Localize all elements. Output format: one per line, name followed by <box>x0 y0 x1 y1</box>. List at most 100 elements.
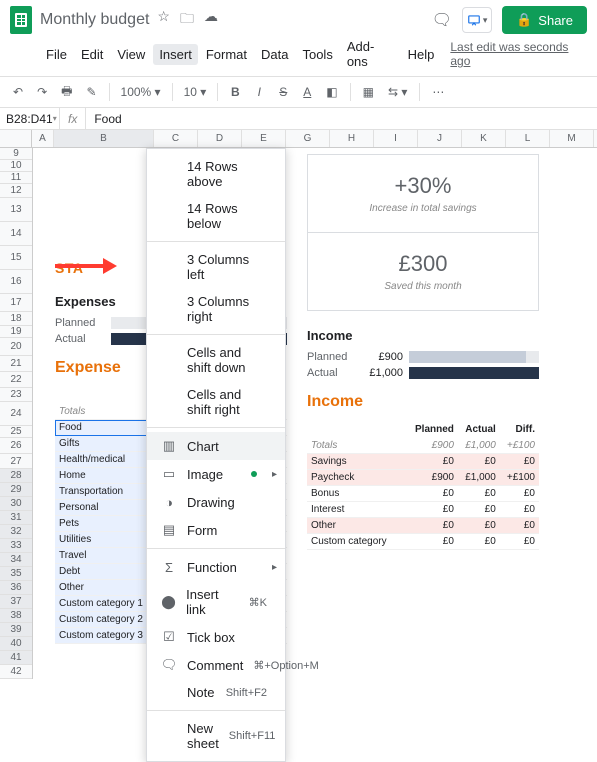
table-row[interactable]: Savings£0£0£0 <box>307 454 539 470</box>
col-header[interactable]: J <box>418 130 462 147</box>
row-header[interactable]: 33 <box>0 539 32 553</box>
table-row[interactable]: Paycheck£900£1,000+£100 <box>307 470 539 486</box>
row-header[interactable]: 38 <box>0 609 32 623</box>
col-header[interactable]: H <box>330 130 374 147</box>
row-header[interactable]: 30 <box>0 497 32 511</box>
menu-comment[interactable]: 🗨Comment⌘+Option+M <box>147 651 285 679</box>
paint-format-icon[interactable]: ✎ <box>81 81 101 103</box>
menu-tick-box[interactable]: ☑Tick box <box>147 623 285 651</box>
col-header[interactable]: M <box>550 130 594 147</box>
menu-image[interactable]: ▭Image▸ <box>147 460 285 488</box>
row-header[interactable]: 40 <box>0 637 32 651</box>
row-header[interactable]: 37 <box>0 595 32 609</box>
row-header[interactable]: 41 <box>0 651 32 665</box>
table-row[interactable]: Custom category£0£0£0 <box>307 534 539 550</box>
col-header[interactable]: I <box>374 130 418 147</box>
row-header[interactable]: 20 <box>0 338 32 356</box>
select-all-corner[interactable] <box>0 130 32 147</box>
text-color-button[interactable]: A <box>297 81 317 103</box>
row-header[interactable]: 35 <box>0 567 32 581</box>
row-header[interactable]: 19 <box>0 326 32 338</box>
menu-file[interactable]: File <box>40 44 73 65</box>
table-row[interactable]: Other£0£0£0 <box>307 518 539 534</box>
menu-form[interactable]: ▤Form <box>147 516 285 544</box>
formula-input[interactable]: Food <box>86 112 129 126</box>
row-header[interactable]: 31 <box>0 511 32 525</box>
menu-tools[interactable]: Tools <box>296 44 338 65</box>
last-edit-link[interactable]: Last edit was seconds ago <box>450 40 587 68</box>
menu-rows-below[interactable]: 14 Rows below <box>147 195 285 237</box>
row-header[interactable]: 21 <box>0 356 32 372</box>
menu-help[interactable]: Help <box>402 44 441 65</box>
menu-shift-right[interactable]: Cells and shift right <box>147 381 285 423</box>
menu-view[interactable]: View <box>111 44 151 65</box>
col-header[interactable]: C <box>154 130 198 147</box>
menu-new-sheet[interactable]: New sheetShift+F11 <box>147 715 285 757</box>
doc-title[interactable]: Monthly budget <box>40 11 149 29</box>
menu-chart[interactable]: ▥Chart <box>147 432 285 460</box>
col-header[interactable]: L <box>506 130 550 147</box>
name-box[interactable]: B28:D41▾ <box>0 108 60 129</box>
print-icon[interactable]: 🖶 <box>56 81 77 103</box>
row-header[interactable]: 27 <box>0 454 32 469</box>
comment-history-icon[interactable]: 🗨 <box>432 10 452 30</box>
row-header[interactable]: 34 <box>0 553 32 567</box>
menu-cols-right[interactable]: 3 Columns right <box>147 288 285 330</box>
menu-insert-link[interactable]: ⬤Insert link⌘K <box>147 581 285 623</box>
row-header[interactable]: 32 <box>0 525 32 539</box>
row-header[interactable]: 13 <box>0 198 32 222</box>
row-header[interactable]: 36 <box>0 581 32 595</box>
star-icon[interactable]: ☆ <box>157 8 170 32</box>
table-row[interactable]: Bonus£0£0£0 <box>307 486 539 502</box>
col-header[interactable]: G <box>286 130 330 147</box>
zoom-select[interactable]: 100% ▾ <box>117 85 165 99</box>
row-header[interactable]: 39 <box>0 623 32 637</box>
row-header[interactable]: 9 <box>0 148 32 160</box>
present-button[interactable]: ▾ <box>462 7 492 33</box>
row-header[interactable]: 22 <box>0 372 32 388</box>
fill-color-icon[interactable]: ◧ <box>321 81 342 103</box>
menu-rows-above[interactable]: 14 Rows above <box>147 153 285 195</box>
row-header[interactable]: 16 <box>0 270 32 294</box>
bold-button[interactable]: B <box>225 81 245 103</box>
menu-note[interactable]: NoteShift+F2 <box>147 679 285 706</box>
col-header[interactable]: E <box>242 130 286 147</box>
row-header[interactable]: 29 <box>0 483 32 497</box>
font-size-select[interactable]: 10 ▾ <box>180 85 211 99</box>
col-header[interactable]: B <box>54 130 154 147</box>
row-header[interactable]: 23 <box>0 388 32 402</box>
col-header[interactable]: D <box>198 130 242 147</box>
col-header[interactable]: K <box>462 130 506 147</box>
row-header[interactable]: 25 <box>0 426 32 438</box>
row-header[interactable]: 15 <box>0 246 32 270</box>
row-header[interactable]: 11 <box>0 172 32 184</box>
borders-icon[interactable]: ▦ <box>358 81 379 103</box>
menu-drawing[interactable]: ◑Drawing <box>147 488 285 516</box>
row-header[interactable]: 17 <box>0 294 32 312</box>
italic-button[interactable]: I <box>249 81 269 103</box>
menu-function[interactable]: ΣFunction▸ <box>147 553 285 581</box>
sheets-logo-icon[interactable] <box>10 6 32 34</box>
col-header[interactable]: A <box>32 130 54 147</box>
menu-format[interactable]: Format <box>200 44 253 65</box>
menu-edit[interactable]: Edit <box>75 44 109 65</box>
row-header[interactable]: 10 <box>0 160 32 172</box>
more-toolbar-icon[interactable]: ⋯ <box>427 81 449 103</box>
table-row[interactable]: Interest£0£0£0 <box>307 502 539 518</box>
cloud-icon[interactable]: ☁ <box>204 8 218 32</box>
row-header[interactable]: 12 <box>0 184 32 198</box>
menu-cols-left[interactable]: 3 Columns left <box>147 246 285 288</box>
move-icon[interactable]: 🗀 <box>180 8 194 32</box>
share-button[interactable]: 🔒 Share <box>502 6 587 34</box>
row-header[interactable]: 28 <box>0 469 32 483</box>
menu-data[interactable]: Data <box>255 44 294 65</box>
redo-icon[interactable]: ↷ <box>32 81 52 103</box>
menu-shift-down[interactable]: Cells and shift down <box>147 339 285 381</box>
menu-insert[interactable]: Insert <box>153 44 198 65</box>
sheet-content[interactable]: STACE Expenses Planned Actual Expense Di… <box>33 148 597 679</box>
merge-icon[interactable]: ⇆ ▾ <box>383 81 412 103</box>
row-header[interactable]: 24 <box>0 402 32 426</box>
strike-button[interactable]: S <box>273 81 293 103</box>
row-header[interactable]: 26 <box>0 438 32 454</box>
row-header[interactable]: 14 <box>0 222 32 246</box>
